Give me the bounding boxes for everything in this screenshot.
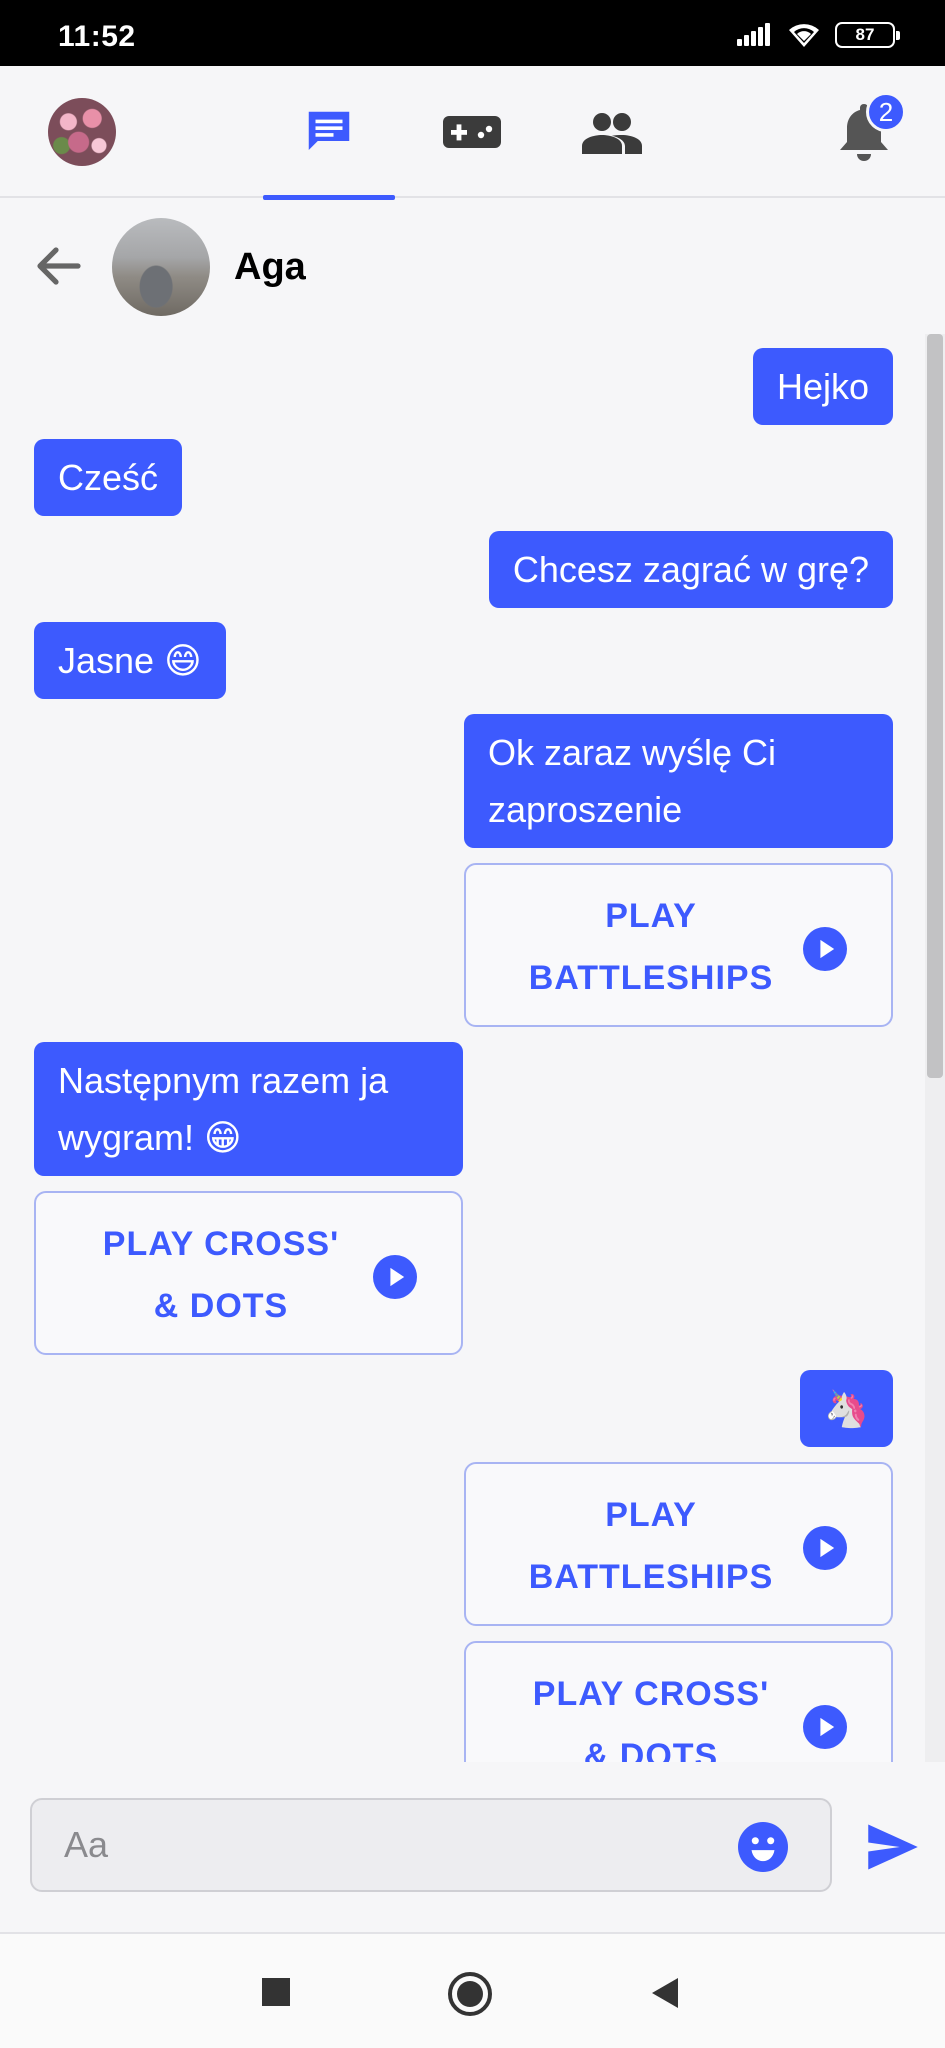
status-time: 11:52 bbox=[58, 20, 136, 53]
game-invite-card[interactable]: PLAY BATTLESHIPS bbox=[464, 863, 893, 1027]
play-icon[interactable] bbox=[373, 1255, 417, 1299]
message-bubble-incoming: Cześć bbox=[34, 439, 183, 516]
play-icon[interactable] bbox=[803, 927, 847, 971]
game-invite-label: PLAY CROSS' & DOTS bbox=[532, 1675, 770, 1762]
send-icon[interactable] bbox=[866, 1822, 920, 1872]
message-list: Hejko Cześć Chcesz zagrać w grę? Jasne 😄… bbox=[0, 334, 945, 1762]
message-input[interactable] bbox=[30, 1798, 832, 1892]
game-invite-label: PLAY CROSS' & DOTS bbox=[102, 1225, 340, 1325]
message-bubble-incoming: Następnym razem ja wygram! 😁 bbox=[34, 1042, 463, 1176]
play-icon[interactable] bbox=[803, 1705, 847, 1749]
contact-avatar[interactable] bbox=[112, 218, 210, 316]
notification-badge: 2 bbox=[866, 92, 906, 132]
game-invite-card[interactable]: PLAY CROSS' & DOTS bbox=[34, 1191, 463, 1355]
battery-icon: 87 bbox=[835, 22, 900, 48]
home-icon[interactable] bbox=[448, 1972, 492, 2016]
message-bubble-incoming: Jasne 😄 bbox=[34, 622, 226, 699]
contact-name: Aga bbox=[234, 246, 306, 288]
wifi-icon bbox=[789, 24, 819, 47]
gamepad-icon bbox=[443, 116, 501, 148]
game-invite-label: PLAY BATTLESHIPS bbox=[528, 897, 774, 997]
scrollbar-thumb[interactable] bbox=[927, 334, 943, 1078]
message-bubble-outgoing: Ok zaraz wyślę Ci zaproszenie bbox=[464, 714, 893, 848]
tab-chats[interactable] bbox=[263, 66, 395, 200]
message-bubble-outgoing: Hejko bbox=[752, 348, 893, 425]
friends-icon bbox=[582, 113, 642, 154]
game-invite-card[interactable]: PLAY BATTLESHIPS bbox=[464, 1462, 893, 1626]
message-bubble-outgoing: Chcesz zagrać w grę? bbox=[488, 531, 893, 608]
status-bar: 11:52 87 bbox=[0, 0, 945, 66]
tab-games[interactable] bbox=[406, 66, 538, 198]
profile-avatar[interactable] bbox=[48, 98, 116, 166]
game-invite-label: PLAY BATTLESHIPS bbox=[528, 1496, 774, 1596]
message-composer bbox=[0, 1762, 945, 1934]
back-arrow-icon[interactable] bbox=[34, 244, 82, 288]
chat-icon bbox=[308, 111, 350, 150]
battery-level: 87 bbox=[855, 25, 875, 44]
top-nav: 2 bbox=[0, 66, 945, 200]
recents-icon[interactable] bbox=[262, 1978, 290, 2006]
message-bubble-outgoing: 🦄 bbox=[800, 1370, 893, 1447]
play-icon[interactable] bbox=[803, 1526, 847, 1570]
status-indicators: 87 bbox=[737, 22, 900, 48]
signal-icon bbox=[737, 22, 773, 48]
game-invite-card[interactable]: PLAY CROSS' & DOTS bbox=[464, 1641, 893, 1762]
chat-header: Aga bbox=[0, 198, 945, 334]
emoji-icon[interactable] bbox=[738, 1822, 788, 1872]
system-nav-bar bbox=[0, 1934, 945, 2048]
system-back-icon[interactable] bbox=[650, 1976, 680, 2010]
tab-friends[interactable] bbox=[546, 66, 678, 198]
